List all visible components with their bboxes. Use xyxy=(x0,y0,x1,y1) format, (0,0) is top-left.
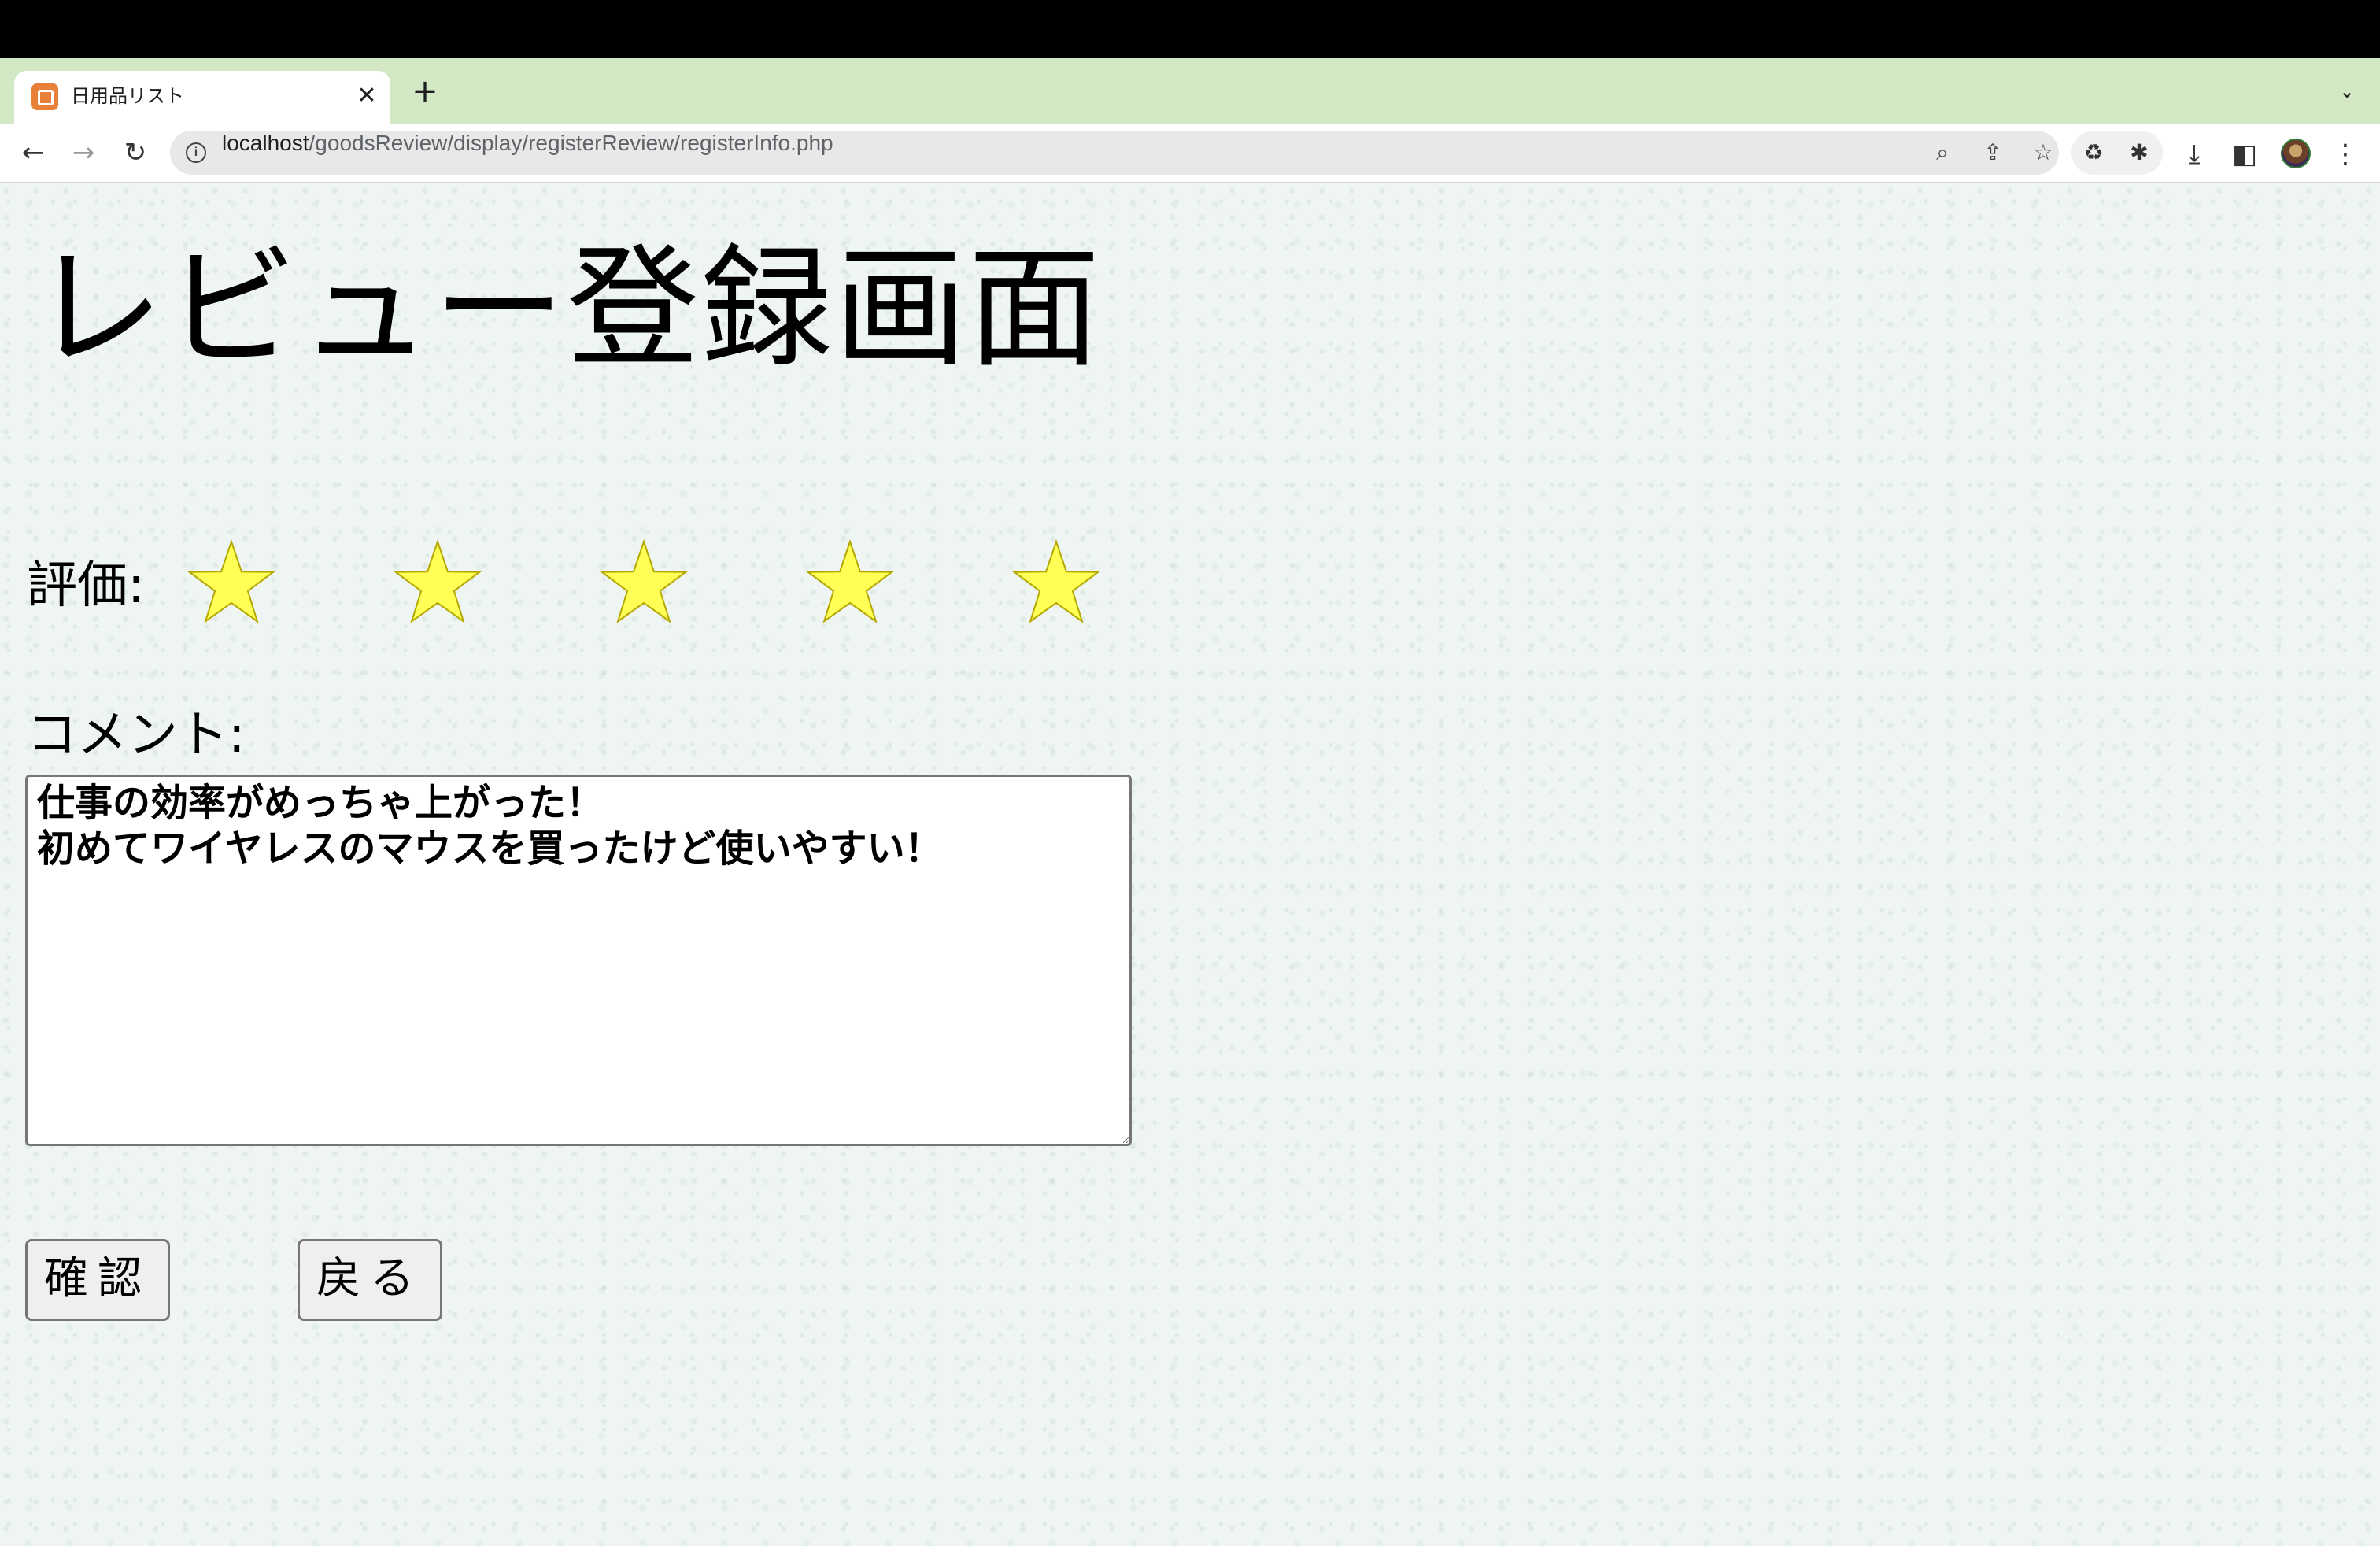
tab-strip: 日用品リスト ✕ + ⌄ xyxy=(0,58,2380,124)
zoom-icon[interactable]: ⌕ xyxy=(1927,137,1958,168)
recycle-extension-icon[interactable]: ♻ xyxy=(2078,137,2109,168)
confirm-button[interactable]: 確認 xyxy=(25,1239,170,1321)
site-info-icon[interactable]: i xyxy=(186,142,206,163)
address-bar[interactable]: i localhost/goodsReview/display/register… xyxy=(170,131,2059,175)
reload-icon[interactable]: ↻ xyxy=(116,134,154,172)
comment-textarea[interactable]: 仕事の効率がめっちゃ上がった！ 初めてワイヤレスのマウスを買ったけど使いやすい！ xyxy=(25,775,1132,1146)
profile-avatar[interactable] xyxy=(2281,139,2311,168)
more-menu-icon[interactable]: ⋮ xyxy=(2326,135,2364,173)
share-icon[interactable]: ⇪ xyxy=(1977,137,2009,168)
browser-tab[interactable]: 日用品リスト ✕ xyxy=(14,71,390,124)
browser-toolbar: ← → ↻ i localhost/goodsReview/display/re… xyxy=(0,124,2380,183)
screen-top-bar xyxy=(0,0,2380,58)
rating-star-icon-4[interactable] xyxy=(804,537,896,628)
xampp-favicon-icon xyxy=(31,83,58,110)
rating-star-icon-3[interactable] xyxy=(598,537,689,628)
puzzle-extensions-icon[interactable]: ✱ xyxy=(2123,137,2155,168)
rating-star-icon-1[interactable] xyxy=(186,537,277,628)
rating-star-icon-2[interactable] xyxy=(392,537,483,628)
url-host: localhost xyxy=(222,131,309,155)
url-text[interactable]: localhost/goodsReview/display/registerRe… xyxy=(222,131,833,175)
rating-label: 評価: xyxy=(27,557,145,615)
back-arrow-icon[interactable]: ← xyxy=(14,134,52,172)
new-tab-icon[interactable]: + xyxy=(409,76,441,107)
side-panel-icon[interactable]: ◧ xyxy=(2226,135,2264,173)
back-button[interactable]: 戻る xyxy=(298,1239,442,1321)
forward-arrow-icon[interactable]: → xyxy=(65,134,102,172)
page-title: レビュー登録画面 xyxy=(31,231,1102,386)
close-tab-icon[interactable]: ✕ xyxy=(353,82,381,110)
download-icon[interactable]: ⤓ xyxy=(2175,135,2213,173)
bookmark-star-icon[interactable]: ☆ xyxy=(2027,137,2059,168)
tab-search-chevron-icon[interactable]: ⌄ xyxy=(2333,77,2361,105)
rating-star-icon-5[interactable] xyxy=(1011,537,1102,628)
comment-label: コメント: xyxy=(27,706,246,764)
url-path: /goodsReview/display/registerReview/regi… xyxy=(309,131,833,155)
tab-title: 日用品リスト xyxy=(71,86,184,107)
page-content: レビュー登録画面 評価: コメント: 仕事の効率がめっちゃ上がった！ 初めてワイ… xyxy=(0,183,2380,1546)
extensions-group: ♻ ✱ xyxy=(2071,131,2163,175)
